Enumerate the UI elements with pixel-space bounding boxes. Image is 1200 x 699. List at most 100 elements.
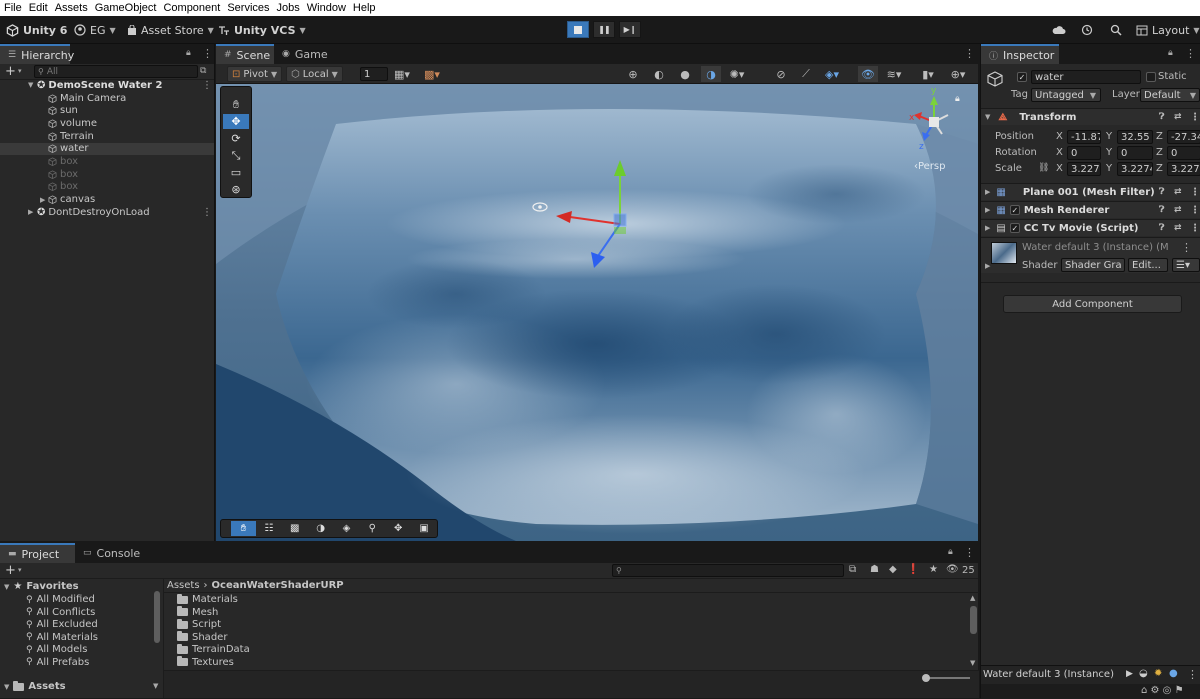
rotation-y-field[interactable]: 0 [1117,146,1153,160]
static-checkbox[interactable] [1146,72,1156,82]
search-button[interactable] [1110,21,1122,39]
shader-options-dropdown[interactable]: ☰▾ [1172,258,1200,272]
scale-tool-button[interactable]: ⤡ [223,148,249,163]
lock-icon[interactable]: 🔒︎ [948,547,953,557]
mesh-renderer-header[interactable]: ▶ ▦ ✓ Mesh Renderer ❓︎ ⇄ ⋮ [981,201,1200,218]
more-options-icon[interactable]: ⋮ [1185,47,1196,60]
hierarchy-item-terrain[interactable]: Terrain [0,130,214,143]
snap-increment-field[interactable]: 1 [360,67,388,81]
breadcrumb-assets[interactable]: Assets [167,580,200,591]
overlay-shading-button[interactable]: ◑ [308,521,334,536]
favorites-header[interactable]: ▼ ★ Favorites [4,581,79,592]
menu-services[interactable]: Services [227,2,269,14]
menu-file[interactable]: File [4,2,22,14]
gizmos-button[interactable]: ⊕▾ [948,66,968,82]
active-checkbox[interactable]: ✓ [1017,72,1027,82]
rect-tool-button[interactable]: ▭ [223,165,249,180]
rotation-x-field[interactable]: 0 [1067,146,1101,160]
shader-dropdown[interactable]: Shader Gra [1061,258,1125,272]
folder-row[interactable]: Shader [177,631,227,643]
folder-row[interactable]: Mesh [177,606,218,618]
more-options-icon[interactable]: ⋮ [964,546,975,559]
overlay-move-button[interactable]: ✥ [385,521,411,536]
view-tool-button[interactable]: ✋︎ [223,97,249,112]
assets-root[interactable]: ▼ Assets [4,680,66,692]
tag-dropdown[interactable]: Untagged ▼ [1031,88,1101,102]
hierarchy-item-box[interactable]: box [0,168,214,181]
expand-arrow-icon[interactable]: ▶ [40,196,45,204]
mesh-renderer-checkbox[interactable]: ✓ [1009,205,1020,215]
position-x-field[interactable]: -11.87 [1067,130,1101,144]
scroll-down-icon[interactable]: ▼ [153,682,158,690]
play-preview-icon[interactable]: ▶ [1126,669,1133,679]
expand-arrow-icon[interactable]: ▶ [985,262,990,270]
favorite-item[interactable]: ⚲ All Excluded [26,619,98,630]
more-options-icon[interactable]: ⋮ [1190,112,1200,123]
rotate-tool-button[interactable]: ⟳ [223,131,249,146]
menu-component[interactable]: Component [163,2,220,14]
tree-scrollbar[interactable] [154,591,160,643]
more-options-icon[interactable]: ⋮ [964,47,975,60]
more-options-icon[interactable]: ⋮ [1190,205,1200,216]
more-options-icon[interactable]: ⋮ [1181,241,1192,254]
favorite-item[interactable]: ⚲ All Prefabs [26,657,89,668]
material-preview-icon[interactable]: ● [1169,668,1178,679]
favorite-item[interactable]: ⚲ All Modified [26,594,95,605]
play-button[interactable] [567,21,589,38]
hierarchy-item-water[interactable]: water [0,142,214,156]
layout-dropdown[interactable]: Layout ▼ [1136,21,1200,39]
lighting-button[interactable]: ◑ [701,66,721,82]
unity-account-button[interactable]: Unity 6 [6,21,67,39]
hierarchy-item-main-camera[interactable]: Main Camera [0,92,214,105]
tab-hierarchy[interactable]: ☰ Hierarchy [0,44,74,64]
folder-row[interactable]: Script [177,618,221,630]
visibility-button[interactable]: 👁︎ [858,66,878,82]
overlay-search-button[interactable]: ⚲ [359,521,385,536]
overlay-layers-button[interactable]: ◈ [334,521,360,536]
hierarchy-search-input[interactable]: ⚲ All [34,65,198,78]
unity-vcs-dropdown[interactable]: Unity VCS ▼ [218,21,306,39]
folder-row[interactable]: Textures [177,656,234,668]
menu-edit[interactable]: Edit [29,2,48,14]
hierarchy-item-volume[interactable]: volume [0,117,214,130]
position-z-field[interactable]: -27.34 [1167,130,1200,144]
draw-mode-button[interactable]: ⊕ [623,66,643,82]
move-tool-button[interactable]: ✥ [223,114,249,129]
more-options-icon[interactable]: ⋮ [202,80,212,91]
favorite-item[interactable]: ⚲ All Materials [26,632,98,643]
transform-header[interactable]: ▼ ⟁ Transform ❓︎ ⇄ ⋮ [981,108,1200,125]
shader-edit-button[interactable]: Edit... [1128,258,1168,272]
lock-icon[interactable]: 🔒︎ [186,48,191,58]
layers-stack-button[interactable]: ≋▾ [884,66,904,82]
local-dropdown[interactable]: ⬡ Local ▼ [286,66,343,82]
asset-store-dropdown[interactable]: Asset Store ▼ [127,21,214,39]
more-options-icon[interactable]: ⋮ [202,47,213,60]
scale-x-field[interactable]: 3.2274 [1067,162,1101,176]
audio-toggle-button[interactable]: ⊘ [771,66,791,82]
script-header[interactable]: ▶ ▤ ✓ CC Tv Movie (Script) ❓︎ ⇄ ⋮ [981,219,1200,236]
unlit-button[interactable]: ● [675,66,695,82]
scene-viewport[interactable]: ✋︎ ✥ ⟳ ⤡ ▭ ⊛ y x z ‹Persp 🔒︎ ✋︎ ☷ ▩ ◑ ◈ … [216,84,978,541]
tab-scene[interactable]: # Scene [216,44,274,64]
menu-help[interactable]: Help [353,2,376,14]
overlay-grid-button[interactable]: ▩ [282,521,308,536]
scroll-up-icon[interactable]: ▲ [970,594,975,602]
tab-console[interactable]: ▭ Console [75,543,145,563]
menu-assets[interactable]: Assets [55,2,88,14]
label-filter-icon[interactable]: ◆ [889,564,897,575]
scale-z-field[interactable]: 3.2274 [1167,162,1200,176]
folder-row[interactable]: Materials [177,593,238,605]
help-icon[interactable]: ❓︎ [1159,223,1164,233]
persp-label[interactable]: ‹Persp [914,161,946,172]
hierarchy-item-box[interactable]: box [0,181,214,194]
type-filter-icon[interactable]: ☗ [870,564,879,575]
tab-project[interactable]: ▬ Project [0,543,75,563]
zoom-slider-thumb[interactable] [922,674,930,682]
object-name-field[interactable]: water [1031,70,1141,84]
fx-toggle-button[interactable]: ⟋ [796,66,816,82]
hierarchy-item-sun[interactable]: sun [0,104,214,117]
preset-icon[interactable]: ⇄ [1174,223,1182,233]
hidden-packages-icon[interactable]: 👁︎ [946,564,959,575]
chevron-down-icon[interactable]: ▾ [18,67,22,75]
more-options-icon[interactable]: ⋮ [1190,223,1200,234]
